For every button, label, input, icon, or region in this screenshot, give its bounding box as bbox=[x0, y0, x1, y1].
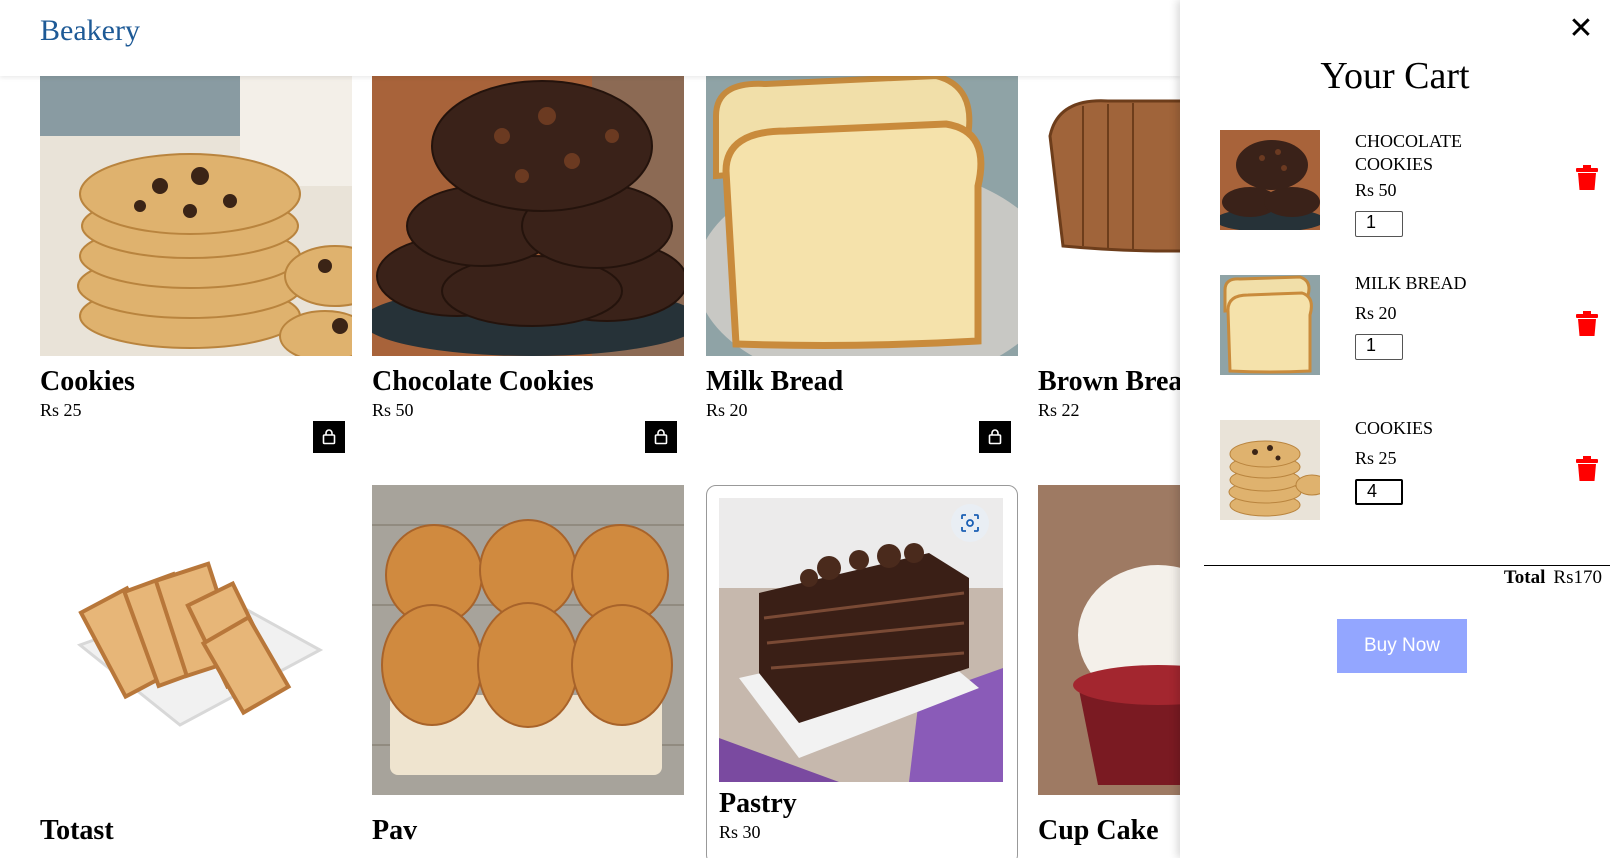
product-image-milk-bread bbox=[706, 76, 1018, 356]
brand-logo[interactable]: Beakery bbox=[40, 14, 140, 48]
buy-now-button[interactable]: Buy Now bbox=[1337, 619, 1467, 673]
add-to-cart-button[interactable] bbox=[313, 421, 345, 453]
product-image-brown-bread bbox=[1038, 76, 1180, 356]
cart-total: Total Rs170 bbox=[1504, 567, 1602, 589]
quantity-input[interactable]: 1 bbox=[1355, 211, 1403, 237]
cart-item-price: Rs 50 bbox=[1355, 180, 1397, 200]
quantity-input[interactable]: 1 bbox=[1355, 334, 1403, 360]
product-card-cup-cake[interactable]: Cup Cake bbox=[1038, 485, 1180, 858]
shopping-bag-icon bbox=[654, 429, 668, 445]
shopping-bag-icon bbox=[322, 429, 336, 445]
product-card-pav[interactable]: Pav bbox=[372, 485, 684, 858]
shopping-bag-icon bbox=[988, 429, 1002, 445]
cart-item-name: MILK BREAD bbox=[1355, 273, 1467, 293]
product-price: Rs 25 bbox=[40, 400, 82, 420]
cart-drawer: ✕ Your Cart CHOCOLATE COOKIES Rs 50 1 MI… bbox=[1180, 0, 1610, 858]
cart-item-name: CHOCOLATE COOKIES bbox=[1355, 131, 1462, 174]
remove-item-button[interactable] bbox=[1574, 311, 1600, 339]
cart-item-image bbox=[1220, 130, 1320, 230]
close-cart-button[interactable]: ✕ bbox=[1566, 14, 1596, 44]
cart-title: Your Cart bbox=[1320, 55, 1470, 97]
cart-item-name: COOKIES bbox=[1355, 418, 1434, 438]
remove-item-button[interactable] bbox=[1574, 456, 1600, 484]
cart-divider bbox=[1204, 565, 1610, 566]
cart-item: MILK BREAD Rs 20 1 bbox=[1220, 273, 1600, 375]
lens-icon bbox=[961, 514, 979, 532]
product-name: Milk Bread bbox=[706, 366, 844, 397]
product-image-chocolate-cookies bbox=[372, 76, 684, 356]
top-header: Beakery bbox=[0, 0, 1180, 76]
product-name: Totast bbox=[40, 815, 114, 846]
remove-item-button[interactable] bbox=[1574, 165, 1600, 193]
close-icon: ✕ bbox=[1568, 11, 1594, 46]
product-name: Brown Bread bbox=[1038, 366, 1180, 397]
cart-item: CHOCOLATE COOKIES Rs 50 1 bbox=[1220, 130, 1600, 240]
product-image-toast bbox=[40, 485, 352, 795]
quantity-input[interactable]: 4 bbox=[1355, 479, 1403, 505]
cart-item-image bbox=[1220, 275, 1320, 375]
product-image-cup-cake bbox=[1038, 485, 1180, 795]
product-image-cookies bbox=[40, 76, 352, 356]
product-grid: Cookies Rs 25 Chocolate Cookies Rs 50 Mi… bbox=[0, 0, 1180, 858]
product-price: Rs 22 bbox=[1038, 400, 1080, 420]
product-name: Cookies bbox=[40, 366, 135, 397]
cart-item-price: Rs 25 bbox=[1355, 448, 1397, 468]
total-label: Total bbox=[1503, 567, 1546, 588]
product-image-pastry bbox=[719, 498, 1003, 782]
product-name: Cup Cake bbox=[1038, 815, 1159, 846]
cart-item: COOKIES Rs 25 4 bbox=[1220, 418, 1600, 520]
product-card-milk-bread[interactable]: Milk Bread Rs 20 bbox=[706, 76, 1018, 456]
product-name: Pastry bbox=[719, 788, 797, 819]
product-card-pastry[interactable]: Pastry Rs 30 bbox=[706, 485, 1018, 858]
product-card-toast[interactable]: Totast bbox=[40, 485, 352, 858]
trash-icon bbox=[1576, 456, 1598, 481]
product-price: Rs 30 bbox=[719, 822, 761, 842]
product-image-pav bbox=[372, 485, 684, 795]
trash-icon bbox=[1576, 165, 1598, 190]
product-name: Chocolate Cookies bbox=[372, 366, 594, 397]
add-to-cart-button[interactable] bbox=[979, 421, 1011, 453]
product-card-chocolate-cookies[interactable]: Chocolate Cookies Rs 50 bbox=[372, 76, 684, 456]
product-card-cookies[interactable]: Cookies Rs 25 bbox=[40, 76, 352, 456]
visual-search-button[interactable] bbox=[951, 504, 989, 542]
product-card-brown-bread[interactable]: Brown Bread Rs 22 bbox=[1038, 76, 1180, 456]
add-to-cart-button[interactable] bbox=[645, 421, 677, 453]
cart-item-price: Rs 20 bbox=[1355, 303, 1397, 323]
product-price: Rs 50 bbox=[372, 400, 414, 420]
product-name: Pav bbox=[372, 815, 418, 846]
cart-item-image bbox=[1220, 420, 1320, 520]
total-value: Rs170 bbox=[1553, 567, 1602, 588]
product-price: Rs 20 bbox=[706, 400, 748, 420]
trash-icon bbox=[1576, 311, 1598, 336]
